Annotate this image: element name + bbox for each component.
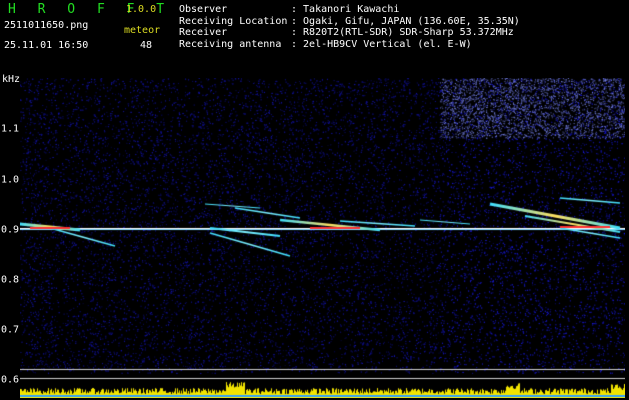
freq-label-0-8: 0.8: [1, 274, 20, 286]
receiver-row: Receiver : R820T2(RTL-SDR) SDR-Sharp 53.3…: [179, 27, 520, 39]
antenna-value: : 2el-HB9CV Vertical (el. E-W): [291, 38, 472, 50]
spectrogram-canvas: [20, 78, 625, 398]
meteor-count: 48: [140, 40, 153, 51]
file-name: 2511011650.png: [4, 20, 89, 31]
observer-value: : Takanori Kawachi: [291, 4, 400, 15]
location-label: Receiving Location: [179, 15, 288, 27]
receiver-value: : R820T2(RTL-SDR) SDR-Sharp 53.372MHz: [291, 27, 514, 38]
meteor-label: meteor: [124, 25, 161, 36]
antenna-row: Receiving antenna : 2el-HB9CV Vertical (e…: [179, 39, 520, 51]
freq-label-1-1: 1.1: [1, 123, 20, 135]
freq-label-0-7: 0.7: [1, 324, 20, 336]
location-row: Receiving Location: Ogaki, Gifu, JAPAN (…: [179, 16, 520, 28]
station-info: Observer : Takanori Kawachi Receiving Loc…: [179, 4, 520, 50]
spectrogram-panel: [20, 78, 625, 398]
freq-label-1-0: 1.0: [1, 174, 20, 186]
freq-label-0-9: 0.9: [1, 224, 20, 236]
observer-row: Observer : Takanori Kawachi: [179, 4, 520, 16]
receiver-label: Receiver: [179, 27, 228, 38]
location-value: : Ogaki, Gifu, JAPAN (136.60E, 35.35N): [291, 15, 520, 27]
observer-label: Observer: [179, 4, 228, 15]
freq-label-0-6: 0.6: [1, 374, 20, 386]
frequency-unit-label: kHz: [2, 74, 21, 85]
header-panel: H R O F F T 1.0.0 2511011650.png meteor …: [0, 0, 629, 78]
antenna-label: Receiving antenna: [179, 38, 282, 50]
observation-datetime: 25.11.01 16:50: [4, 40, 89, 51]
app-version: 1.0.0: [126, 4, 157, 15]
